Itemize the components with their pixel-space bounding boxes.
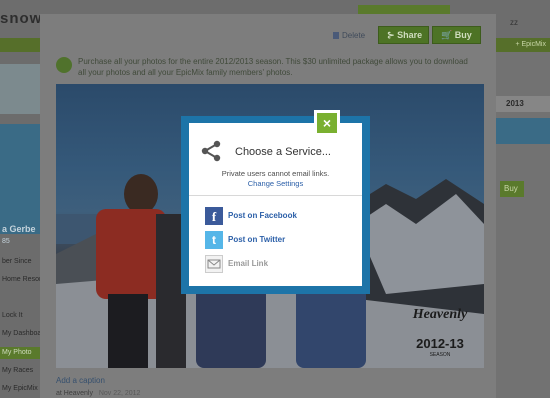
photo-location: at Heavenly <box>56 390 93 397</box>
cart-icon: 🛒 <box>441 30 453 40</box>
post-twitter-label: Post on Twitter <box>228 235 286 244</box>
shopping-cart-icon <box>56 57 72 73</box>
profile-card <box>0 124 40 234</box>
twitter-icon: t <box>205 231 223 249</box>
email-link-label: Email Link <box>228 259 269 268</box>
profile-sub: 85 <box>2 238 10 245</box>
add-caption-link[interactable]: Add a caption <box>56 376 105 385</box>
season-pass-notice: Purchase all your photos for the entire … <box>78 57 468 77</box>
privacy-note: Private users cannot email links. <box>221 169 330 178</box>
sidebar-item-epicmix[interactable]: My EpicMix <box>2 385 38 392</box>
close-button[interactable]: × <box>314 110 340 136</box>
delete-label: Delete <box>342 31 366 40</box>
sidebar-item-photos[interactable]: My Photo <box>2 349 32 356</box>
watermark-brand: Heavenly <box>412 307 468 322</box>
sidebar-item-dashboard[interactable]: My Dashboa <box>2 330 41 337</box>
share-nodes-icon <box>201 140 221 162</box>
envelope-icon <box>205 255 223 273</box>
left-item: Home Resort <box>2 276 44 283</box>
profile-name: a Gerbe <box>2 224 36 234</box>
share-icon: ⊱ <box>387 30 395 40</box>
photo-meta: at Heavenly Nov 22, 2012 <box>56 390 140 397</box>
post-facebook-label: Post on Facebook <box>228 211 297 220</box>
photo-date: Nov 22, 2012 <box>98 390 141 397</box>
left-item: Lock It <box>2 312 23 319</box>
buy-label: Buy <box>454 30 472 40</box>
right-buy-button[interactable]: Buy <box>500 181 524 197</box>
change-settings-link[interactable]: Change Settings <box>189 179 362 188</box>
delete-button[interactable]: Delete <box>333 31 365 40</box>
facebook-icon: f <box>205 207 223 225</box>
season-select[interactable]: 2013 <box>488 96 550 112</box>
header-fragment: zz <box>510 18 518 27</box>
watermark-season: 2012-13 <box>416 336 464 351</box>
buy-button[interactable]: 🛒 Buy <box>432 26 481 44</box>
left-item: ber Since <box>2 258 32 265</box>
nav-item-epicmix[interactable]: + EpicMix <box>515 41 546 48</box>
sidebar-item-races[interactable]: My Races <box>2 367 33 374</box>
modal-title: Choose a Service... <box>235 146 331 158</box>
close-icon: × <box>317 113 337 133</box>
watermark-season-label: SEASON <box>430 352 451 358</box>
left-hero-image <box>0 64 40 114</box>
modal-divider <box>189 195 362 196</box>
share-button[interactable]: ⊱ Share <box>378 26 429 44</box>
trash-icon <box>333 32 339 39</box>
share-label: Share <box>397 30 423 40</box>
